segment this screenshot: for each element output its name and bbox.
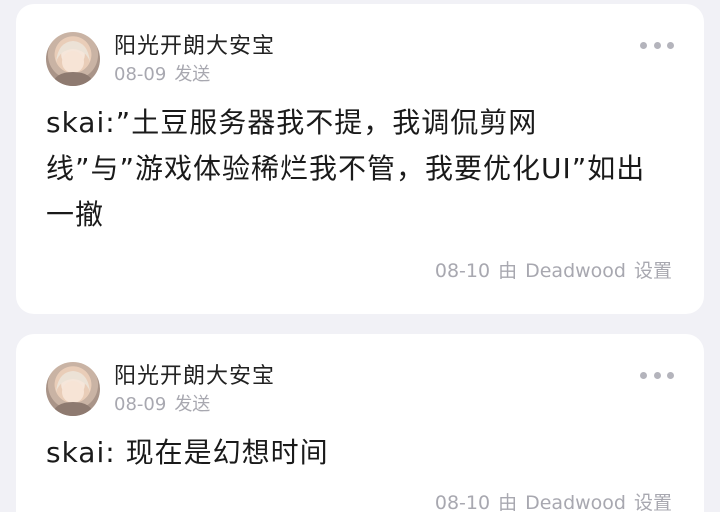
post-action: 发送 — [174, 394, 211, 415]
post-date: 08-09 — [114, 394, 167, 415]
more-horizontal-icon[interactable] — [640, 40, 674, 50]
footer-by: 由 — [498, 260, 518, 282]
post-action: 发送 — [174, 64, 211, 85]
footer-user[interactable]: Deadwood — [525, 492, 626, 512]
footer-date: 08-10 — [434, 260, 491, 282]
post-meta: 08-09 发送 — [114, 60, 210, 86]
footer-date: 08-10 — [434, 492, 491, 512]
avatar[interactable] — [46, 362, 100, 416]
post-card[interactable]: 阳光开朗大安宝 08-09 发送 skai: 现在是幻想时间 08-10 由 Dead… — [16, 334, 704, 512]
post-meta: 08-09 发送 — [114, 390, 210, 416]
footer-by: 由 — [498, 492, 518, 512]
post-content: skai: 现在是幻想时间 — [46, 436, 329, 469]
footer-action: 设置 — [633, 260, 672, 282]
author-name[interactable]: 阳光开朗大安宝 — [114, 358, 275, 390]
footer-action: 设置 — [633, 492, 672, 512]
post-feed: 阳光开朗大安宝 08-09 发送 skai:”土豆服务器我不提，我调侃剪网线”与”… — [0, 0, 720, 512]
more-horizontal-icon[interactable] — [640, 370, 674, 380]
post-card[interactable]: 阳光开朗大安宝 08-09 发送 skai:”土豆服务器我不提，我调侃剪网线”与”… — [16, 4, 704, 314]
post-content: skai:”土豆服务器我不提，我调侃剪网线”与”游戏体验稀烂我不管，我要优化UI… — [46, 106, 646, 231]
footer-user[interactable]: Deadwood — [525, 260, 626, 282]
post-footer: 08-10 由 Deadwood 设置 — [435, 256, 672, 283]
post-footer: 08-10 由 Deadwood 设置 — [435, 488, 672, 512]
author-name[interactable]: 阳光开朗大安宝 — [114, 28, 275, 60]
post-date: 08-09 — [114, 64, 167, 85]
avatar[interactable] — [46, 32, 100, 86]
